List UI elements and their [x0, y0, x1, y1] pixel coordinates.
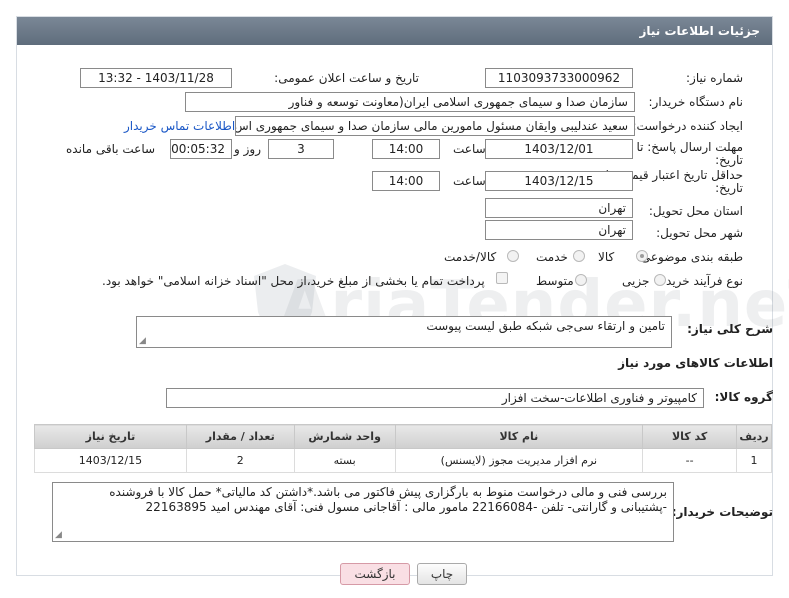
goods-table: ردیف کد کالا نام کالا واحد شمارش تعداد /…: [34, 424, 772, 473]
time-remaining-label: ساعت باقی مانده: [66, 142, 156, 156]
time-remaining-field: 00:05:32: [170, 139, 232, 159]
category-radio-service[interactable]: [573, 250, 585, 262]
category-option-service: خدمت: [536, 250, 568, 264]
city-label: شهر محل تحویل:: [656, 226, 743, 240]
cell-qty: 2: [185, 448, 295, 473]
cell-name: نرم افزار مدیریت مجوز (لایسنس): [394, 448, 644, 473]
goods-section-title: اطلاعات کالاهای مورد نیاز: [618, 356, 773, 370]
process-option-minor: جزیی: [622, 274, 650, 288]
need-number-field: 1103093733000962: [485, 68, 633, 88]
resize-handle-icon[interactable]: ◢: [139, 337, 146, 346]
category-label: طبقه بندی موضوعی:: [636, 250, 743, 264]
buyer-notes-line2: -پشتیبانی و گارانتی- تلفن -22166084 مامو…: [145, 500, 667, 514]
cell-code: --: [642, 448, 738, 473]
back-button[interactable]: بازگشت: [340, 563, 410, 585]
city-field: تهران: [485, 220, 633, 240]
deadline-time-label: ساعت: [453, 142, 486, 156]
cell-unit: بسته: [293, 448, 396, 473]
col-header-qty: تعداد / مقدار: [185, 424, 295, 449]
panel-title: جزئیات اطلاعات نیاز: [17, 17, 772, 45]
goods-group-field: کامپیوتر و فناوری اطلاعات-سخت افزار: [166, 388, 704, 408]
buyer-contact-link[interactable]: اطلاعات تماس خریدار: [124, 119, 235, 133]
deadline-date-field: 1403/12/01: [485, 139, 633, 159]
goods-group-label: گروه کالا:: [714, 390, 773, 404]
summary-textarea[interactable]: تامین و ارتقاء سی‌جی شبکه طبق لیست پیوست…: [136, 316, 672, 348]
requester-field: سعید عندلیبی وایقان مسئول مامورین مالی س…: [235, 116, 635, 136]
province-label: استان محل تحویل:: [648, 204, 743, 218]
process-option-medium: متوسط: [536, 274, 574, 288]
price-validity-time-field: 14:00: [372, 171, 440, 191]
treasury-payment-checkbox[interactable]: [496, 272, 508, 284]
category-radio-goods-service[interactable]: [507, 250, 519, 262]
deadline-label: مهلت ارسال پاسخ: تا: [636, 140, 743, 154]
category-option-goods: کالا: [598, 250, 615, 264]
price-validity-time-label: ساعت: [453, 174, 486, 188]
price-validity-label-date: تاریخ:: [715, 181, 743, 195]
cell-date: 1403/12/15: [34, 448, 187, 473]
col-header-row-num: ردیف: [736, 424, 772, 449]
cell-row-num: 1: [736, 448, 772, 473]
buyer-notes-line1: بررسی فنی و مالی درخواست منوط به بارگزار…: [109, 485, 667, 499]
print-button[interactable]: چاپ: [417, 563, 467, 585]
col-header-name: نام کالا: [394, 424, 644, 449]
col-header-date: تاریخ نیاز: [34, 424, 187, 449]
province-field: تهران: [485, 198, 633, 218]
announce-field: 1403/11/28 - 13:32: [80, 68, 232, 88]
col-header-unit: واحد شمارش: [293, 424, 396, 449]
process-radio-minor[interactable]: [654, 274, 666, 286]
col-header-code: کد کالا: [642, 424, 738, 449]
table-header-row: ردیف کد کالا نام کالا واحد شمارش تعداد /…: [34, 424, 772, 449]
process-label: نوع فرآیند خرید :: [658, 274, 743, 288]
buyer-org-field: سازمان صدا و سیمای جمهوری اسلامی ایران(م…: [185, 92, 635, 112]
days-remaining-field: 3: [268, 139, 334, 159]
days-label: روز و: [234, 142, 261, 156]
deadline-label-date: تاریخ:: [715, 153, 743, 167]
summary-label: شرح کلی نیاز:: [687, 322, 773, 336]
requester-label: ایجاد کننده درخواست:: [632, 119, 743, 133]
need-number-label: شماره نیاز:: [686, 71, 743, 85]
buyer-org-label: نام دستگاه خریدار:: [648, 95, 744, 109]
process-radio-medium[interactable]: [575, 274, 587, 286]
category-option-goods-service: کالا/خدمت: [444, 250, 497, 264]
price-validity-date-field: 1403/12/15: [485, 171, 633, 191]
buyer-notes-textarea[interactable]: بررسی فنی و مالی درخواست منوط به بارگزار…: [52, 482, 674, 542]
announce-label: تاریخ و ساعت اعلان عمومی:: [274, 71, 419, 85]
buyer-notes-label: توضیحات خریدار:: [671, 505, 773, 519]
deadline-time-field: 14:00: [372, 139, 440, 159]
treasury-payment-note: پرداخت تمام یا بخشی از مبلغ خرید،از محل …: [102, 274, 485, 288]
table-row: 1 -- نرم افزار مدیریت مجوز (لایسنس) بسته…: [34, 448, 772, 473]
category-radio-goods[interactable]: [636, 250, 648, 262]
resize-handle-icon[interactable]: ◢: [55, 531, 62, 540]
summary-text: تامین و ارتقاء سی‌جی شبکه طبق لیست پیوست: [426, 319, 665, 333]
